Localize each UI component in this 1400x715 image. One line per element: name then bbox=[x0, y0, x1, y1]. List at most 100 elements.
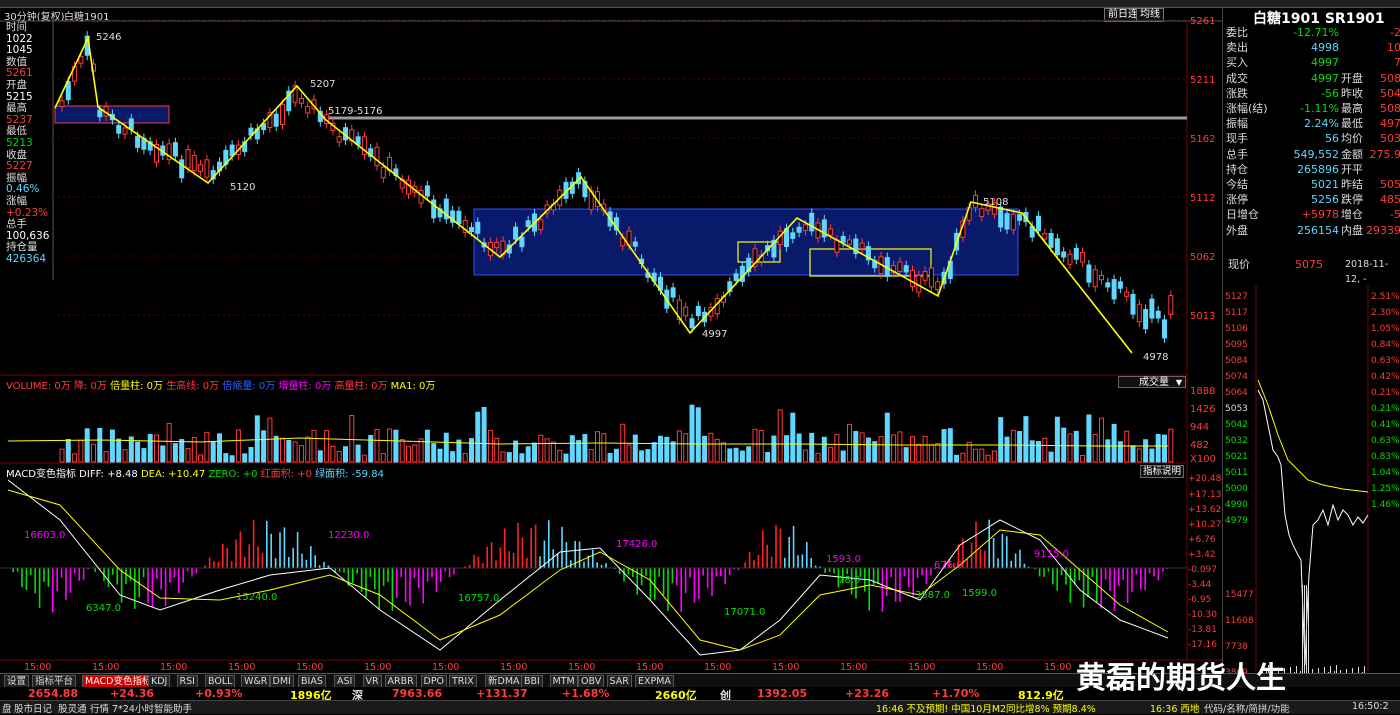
candle-body bbox=[936, 282, 940, 290]
mini-volume-bar bbox=[1302, 585, 1303, 685]
macd-bar bbox=[30, 568, 32, 575]
time-tick: 15:00 bbox=[296, 662, 323, 673]
macd-bar bbox=[396, 568, 398, 598]
now-price-row: 现价 5075 2018-11-12, - bbox=[1223, 257, 1400, 272]
macd-bar bbox=[702, 568, 704, 576]
macd-bar bbox=[895, 568, 897, 602]
volume-tick: 1426 bbox=[1190, 404, 1215, 415]
index-change-pct: +0.93% bbox=[195, 687, 242, 700]
macd-bar bbox=[125, 568, 127, 584]
time-tick: 15:00 bbox=[704, 662, 731, 673]
volume-bar bbox=[388, 429, 392, 462]
volume-bar bbox=[917, 444, 921, 462]
macd-bar bbox=[724, 568, 726, 584]
volume-bar bbox=[1024, 417, 1028, 462]
candle-body bbox=[1062, 252, 1066, 257]
volume-bar bbox=[885, 413, 889, 462]
macd-area-label: 16603.0 bbox=[24, 530, 65, 541]
macd-area-label: 78.0 bbox=[838, 575, 860, 586]
macd-bar bbox=[222, 544, 224, 568]
macd-bar bbox=[680, 568, 682, 612]
wave-zigzag-line bbox=[55, 38, 1132, 353]
price-tick: 5112 bbox=[1190, 193, 1215, 204]
macd-bar bbox=[240, 531, 242, 568]
macd-bar bbox=[1144, 568, 1146, 590]
candle-body bbox=[123, 128, 127, 134]
quote-value: 265896 bbox=[1279, 162, 1339, 177]
candle-body bbox=[1074, 248, 1078, 259]
candle-body bbox=[539, 220, 543, 230]
macd-bar bbox=[43, 568, 45, 582]
volume-indicator-dropdown[interactable]: 成交量 ▼ bbox=[1118, 376, 1186, 388]
intraday-avg-line bbox=[1258, 380, 1368, 492]
intraday-mini-chart[interactable]: 5127511751065095508450745064505350425032… bbox=[1223, 285, 1400, 690]
candle-body bbox=[1018, 215, 1022, 221]
volume-bar bbox=[608, 453, 612, 462]
chevron-down-icon: ▼ bbox=[1176, 377, 1182, 389]
macd-bar bbox=[160, 568, 162, 590]
macd-area-label: 676.0 bbox=[934, 560, 963, 571]
volume-bar bbox=[407, 447, 411, 462]
macd-bar bbox=[431, 568, 433, 577]
volume-tick: 944 bbox=[1190, 422, 1209, 433]
volume-bar bbox=[766, 453, 770, 462]
volume-bar bbox=[1112, 424, 1116, 462]
volume-bar bbox=[583, 435, 587, 462]
macd-bar bbox=[605, 563, 607, 568]
macd-bar bbox=[213, 561, 215, 568]
volume-bar bbox=[400, 440, 404, 462]
macd-tick: -10.30 bbox=[1188, 610, 1217, 620]
quote-label: 金额 bbox=[1341, 147, 1363, 162]
volume-bar bbox=[1087, 415, 1091, 462]
macd-bar bbox=[196, 568, 198, 573]
time-tick: 15:00 bbox=[636, 662, 663, 673]
macd-bar bbox=[21, 568, 23, 587]
volume-label: 倍缩量: 0万 bbox=[222, 381, 275, 392]
macd-bar bbox=[310, 546, 312, 568]
macd-bar bbox=[1136, 568, 1138, 574]
time-tick: 15:00 bbox=[364, 662, 391, 673]
trough-label: 4978 bbox=[1143, 352, 1168, 363]
volume-bar bbox=[690, 405, 694, 462]
volume-bar bbox=[665, 437, 669, 462]
mini-price-tick: 5117 bbox=[1225, 308, 1248, 318]
candle-body bbox=[1068, 254, 1072, 264]
macd-bar bbox=[993, 538, 995, 568]
volume-bar bbox=[1106, 440, 1110, 462]
candle-body bbox=[470, 228, 474, 232]
volume-bar bbox=[375, 429, 379, 462]
volume-bar bbox=[148, 435, 152, 462]
macd-bar bbox=[650, 568, 652, 600]
macd-tick: -6.95 bbox=[1188, 595, 1211, 605]
volume-bar bbox=[709, 433, 713, 462]
macd-bar bbox=[284, 527, 286, 568]
time-tick: 15:00 bbox=[976, 662, 1003, 673]
volume-tick: 482 bbox=[1190, 440, 1209, 451]
macd-zero-value: ZERO: +0 bbox=[208, 469, 257, 480]
quote-label: 涨停 bbox=[1226, 192, 1248, 207]
quote-value: 4997 bbox=[1279, 71, 1339, 86]
candle-body bbox=[129, 119, 133, 130]
macd-tick: -13.81 bbox=[1188, 625, 1217, 635]
quote-label: 今结 bbox=[1226, 177, 1248, 192]
volume-bar bbox=[230, 456, 234, 462]
mini-pct-tick: 2.51% bbox=[1371, 292, 1400, 302]
macd-bar bbox=[383, 568, 385, 586]
quote-value-2: 7 bbox=[1394, 55, 1400, 70]
volume-bar bbox=[381, 454, 385, 462]
mini-pct-tick: 0.42% bbox=[1371, 372, 1400, 382]
candle-body bbox=[929, 268, 933, 287]
mini-price-tick: 5095 bbox=[1225, 340, 1248, 350]
candle-body bbox=[797, 227, 801, 232]
volume-bar bbox=[444, 433, 448, 462]
volume-bar bbox=[432, 444, 436, 462]
macd-bar bbox=[235, 539, 237, 568]
quote-value-2: 508 bbox=[1380, 101, 1400, 116]
macd-bar bbox=[352, 568, 354, 583]
macd-bar bbox=[1140, 568, 1142, 589]
indicator-help-button[interactable]: 指标说明 bbox=[1140, 465, 1184, 478]
chart-area[interactable]: 5261 5211 5162 5112 5062 5013 5246 5120 … bbox=[0, 0, 1222, 673]
quote-row: 卖出499810 bbox=[1223, 40, 1400, 55]
candle-body bbox=[848, 240, 852, 244]
volume-bar bbox=[463, 453, 467, 462]
